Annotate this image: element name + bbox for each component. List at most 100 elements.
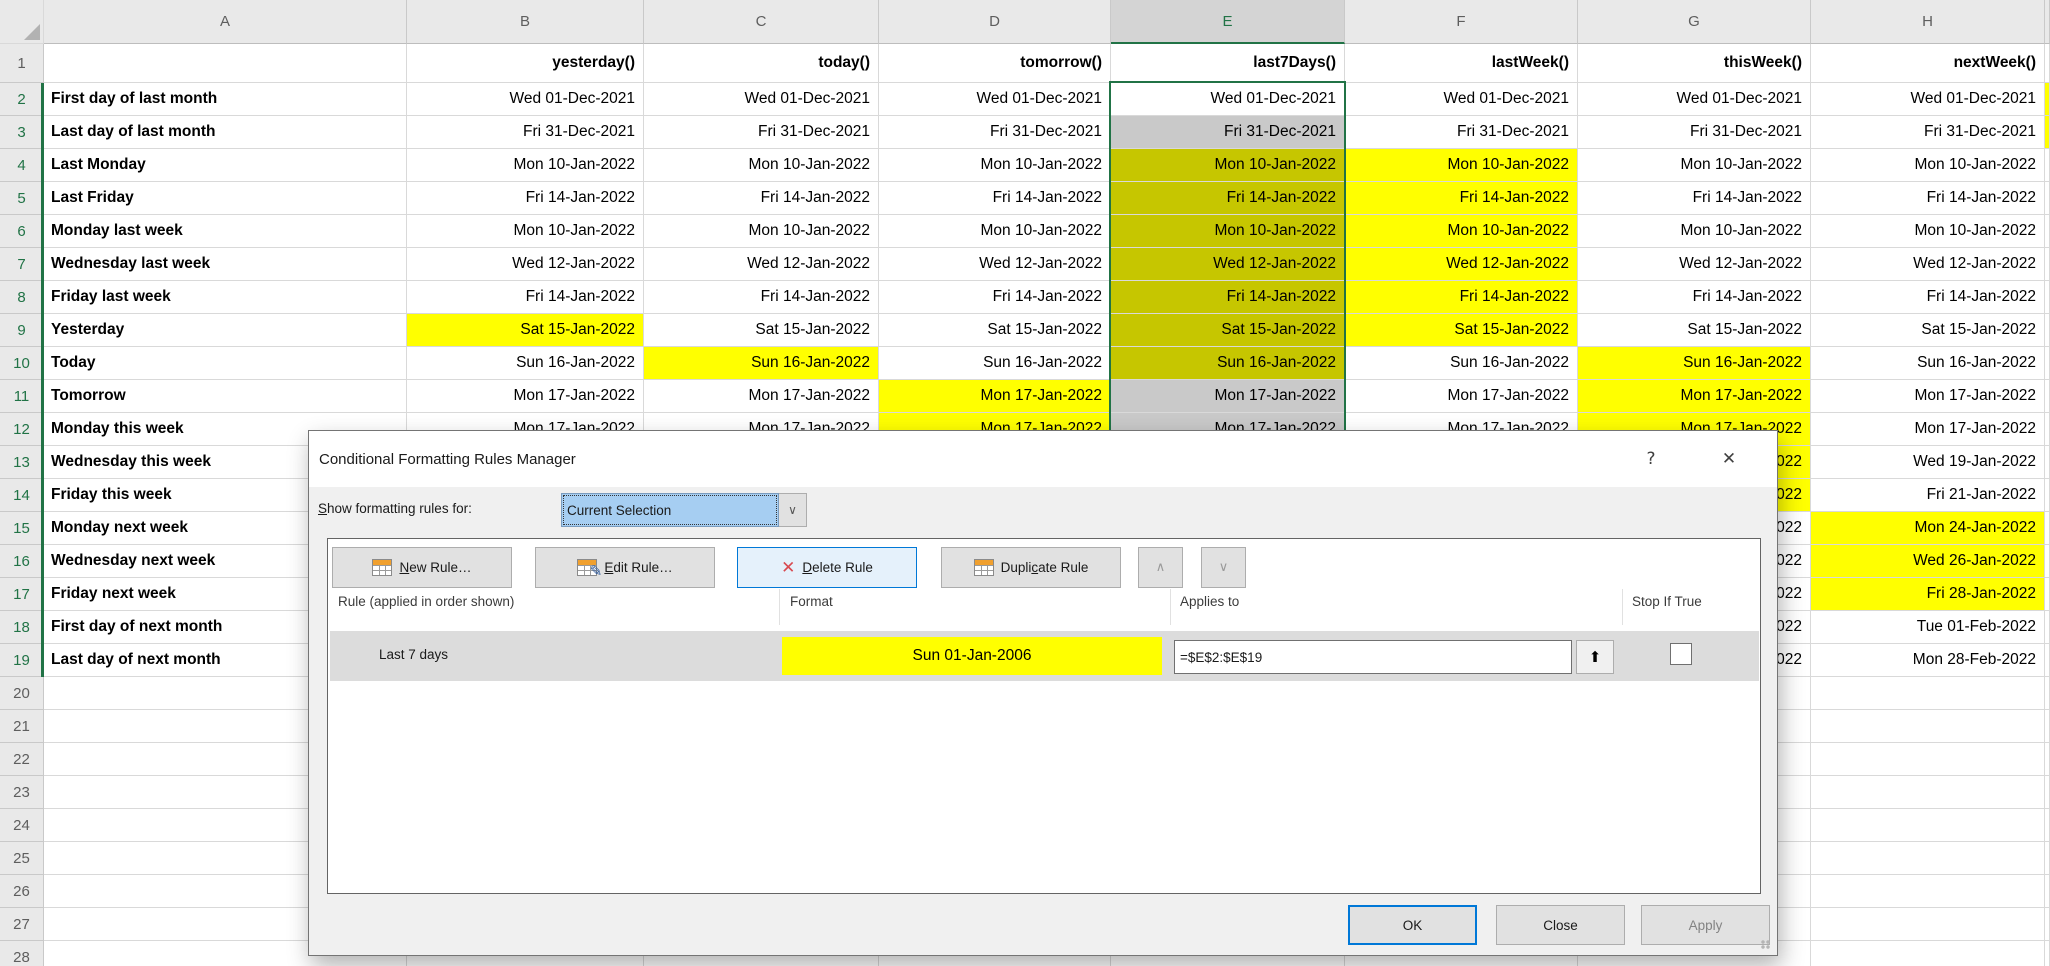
cell-H15[interactable]: Mon 24-Jan-2022 [1811,512,2045,545]
cell-E6[interactable]: Mon 10-Jan-2022 [1111,215,1345,248]
cell-H2[interactable]: Wed 01-Dec-2021 [1811,83,2045,116]
cell-H8[interactable]: Fri 14-Jan-2022 [1811,281,2045,314]
cell-D10[interactable]: Sun 16-Jan-2022 [879,347,1111,380]
cell-H22[interactable] [1811,743,2045,776]
row-header-2[interactable]: 2 [0,83,44,116]
cell-D3[interactable]: Fri 31-Dec-2021 [879,116,1111,149]
cell-A11[interactable]: Tomorrow [44,380,407,413]
cell-H21[interactable] [1811,710,2045,743]
cell-B2[interactable]: Wed 01-Dec-2021 [407,83,644,116]
rule-row[interactable]: Last 7 days Sun 01-Jan-2006 =$E$2:$E$19 … [330,631,1759,681]
cell-H27[interactable] [1811,908,2045,941]
cell-A4[interactable]: Last Monday [44,149,407,182]
ok-button[interactable]: OK [1348,905,1477,945]
cell-H23[interactable] [1811,776,2045,809]
cell-I10[interactable] [2045,347,2050,380]
column-header-F[interactable]: F [1345,0,1578,44]
cell-H7[interactable]: Wed 12-Jan-2022 [1811,248,2045,281]
cell-E9[interactable]: Sat 15-Jan-2022 [1111,314,1345,347]
cell-G11[interactable]: Mon 17-Jan-2022 [1578,380,1811,413]
cell-G5[interactable]: Fri 14-Jan-2022 [1578,182,1811,215]
cell-B1[interactable]: yesterday() [407,44,644,83]
cell-A10[interactable]: Today [44,347,407,380]
cell-D11[interactable]: Mon 17-Jan-2022 [879,380,1111,413]
row-header-17[interactable]: 17 [0,578,44,611]
row-header-22[interactable]: 22 [0,743,44,776]
cell-F4[interactable]: Mon 10-Jan-2022 [1345,149,1578,182]
cell-H13[interactable]: Wed 19-Jan-2022 [1811,446,2045,479]
cell-E11[interactable]: Mon 17-Jan-2022 [1111,380,1345,413]
close-icon[interactable]: ✕ [1709,441,1749,477]
cell-F6[interactable]: Mon 10-Jan-2022 [1345,215,1578,248]
cell-G4[interactable]: Mon 10-Jan-2022 [1578,149,1811,182]
cell-G3[interactable]: Fri 31-Dec-2021 [1578,116,1811,149]
column-header-A[interactable]: A [44,0,407,44]
delete-rule-button[interactable]: ✕Delete Rule [737,547,917,588]
cell-B9[interactable]: Sat 15-Jan-2022 [407,314,644,347]
cell-I9[interactable] [2045,314,2050,347]
cell-H3[interactable]: Fri 31-Dec-2021 [1811,116,2045,149]
scope-dropdown-value[interactable]: Current Selection [561,493,779,527]
move-rule-down-button[interactable]: ∨ [1201,547,1246,588]
row-header-18[interactable]: 18 [0,611,44,644]
cell-H11[interactable]: Mon 17-Jan-2022 [1811,380,2045,413]
cell-C5[interactable]: Fri 14-Jan-2022 [644,182,879,215]
cell-I24[interactable] [2045,809,2050,842]
cell-A6[interactable]: Monday last week [44,215,407,248]
cell-I2[interactable] [2045,83,2050,116]
cell-F8[interactable]: Fri 14-Jan-2022 [1345,281,1578,314]
cell-H1[interactable]: nextWeek() [1811,44,2045,83]
row-header-16[interactable]: 16 [0,545,44,578]
cell-H19[interactable]: Mon 28-Feb-2022 [1811,644,2045,677]
cell-A2[interactable]: First day of last month [44,83,407,116]
cell-D6[interactable]: Mon 10-Jan-2022 [879,215,1111,248]
cell-I20[interactable] [2045,677,2050,710]
cell-C6[interactable]: Mon 10-Jan-2022 [644,215,879,248]
row-header-11[interactable]: 11 [0,380,44,413]
cell-G1[interactable]: thisWeek() [1578,44,1811,83]
cell-H18[interactable]: Tue 01-Feb-2022 [1811,611,2045,644]
apply-button[interactable]: Apply [1641,905,1770,945]
cell-I21[interactable] [2045,710,2050,743]
cell-A9[interactable]: Yesterday [44,314,407,347]
cell-H6[interactable]: Mon 10-Jan-2022 [1811,215,2045,248]
cell-G2[interactable]: Wed 01-Dec-2021 [1578,83,1811,116]
cell-C3[interactable]: Fri 31-Dec-2021 [644,116,879,149]
cell-B7[interactable]: Wed 12-Jan-2022 [407,248,644,281]
cell-H12[interactable]: Mon 17-Jan-2022 [1811,413,2045,446]
cell-E5[interactable]: Fri 14-Jan-2022 [1111,182,1345,215]
cell-F7[interactable]: Wed 12-Jan-2022 [1345,248,1578,281]
cell-A1[interactable] [44,44,407,83]
column-header-D[interactable]: D [879,0,1111,44]
cell-A8[interactable]: Friday last week [44,281,407,314]
cell-B8[interactable]: Fri 14-Jan-2022 [407,281,644,314]
cell-B11[interactable]: Mon 17-Jan-2022 [407,380,644,413]
row-header-3[interactable]: 3 [0,116,44,149]
row-header-7[interactable]: 7 [0,248,44,281]
cell-E8[interactable]: Fri 14-Jan-2022 [1111,281,1345,314]
row-header-4[interactable]: 4 [0,149,44,182]
row-header-20[interactable]: 20 [0,677,44,710]
cell-C9[interactable]: Sat 15-Jan-2022 [644,314,879,347]
cell-I13[interactable] [2045,446,2050,479]
cell-H24[interactable] [1811,809,2045,842]
cell-H16[interactable]: Wed 26-Jan-2022 [1811,545,2045,578]
cell-D9[interactable]: Sat 15-Jan-2022 [879,314,1111,347]
row-header-9[interactable]: 9 [0,314,44,347]
cell-B6[interactable]: Mon 10-Jan-2022 [407,215,644,248]
new-rule-button[interactable]: New Rule… [332,547,512,588]
cell-F2[interactable]: Wed 01-Dec-2021 [1345,83,1578,116]
cell-F3[interactable]: Fri 31-Dec-2021 [1345,116,1578,149]
row-header-19[interactable]: 19 [0,644,44,677]
cell-B4[interactable]: Mon 10-Jan-2022 [407,149,644,182]
cell-I22[interactable] [2045,743,2050,776]
cell-H5[interactable]: Fri 14-Jan-2022 [1811,182,2045,215]
cell-I19[interactable] [2045,644,2050,677]
row-header-25[interactable]: 25 [0,842,44,875]
cell-C2[interactable]: Wed 01-Dec-2021 [644,83,879,116]
cell-I18[interactable] [2045,611,2050,644]
scope-dropdown[interactable]: Current Selection ∨ [561,493,807,527]
cell-I16[interactable] [2045,545,2050,578]
range-picker-icon[interactable]: ⬆ [1576,640,1614,674]
cell-H25[interactable] [1811,842,2045,875]
